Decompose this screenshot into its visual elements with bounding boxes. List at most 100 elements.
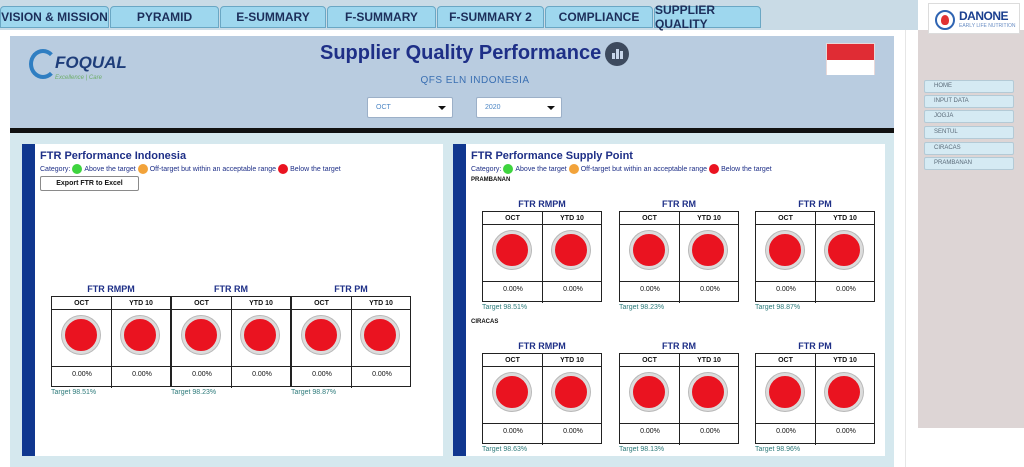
ytd-header: YTD 10 [816,212,874,225]
tab-vision-mission[interactable]: VISION & MISSION [0,6,109,28]
ytd-header: YTD 10 [680,354,738,367]
target-label: Target 98.23% [619,304,665,311]
gauge-title-ftr-pm: FTR PM [798,341,832,351]
value-divider [483,423,601,424]
value-divider [292,366,410,367]
period-header: OCT [483,212,542,225]
target-label: Target 98.63% [482,446,528,453]
value-divider [756,281,874,282]
tab-supplier-quality[interactable]: SUPPLIER QUALITY [654,3,761,31]
tab-pyramid[interactable]: PYRAMID [110,6,219,28]
period-value: 0.00% [640,286,660,293]
ytd-value: 0.00% [252,371,272,378]
period-value: 0.00% [503,428,523,435]
period-value: 0.00% [776,286,796,293]
status-red-icon [361,316,399,354]
ytd-value: 0.00% [563,286,583,293]
legend-off: Off-target but within an acceptable rang… [149,165,277,173]
gauge-ftr-rm: OCT YTD 10 0.00% 0.00% [619,353,739,445]
period-header: OCT [52,297,111,310]
year-select-value: 2020 [485,104,501,111]
status-red-icon [630,231,668,269]
period-value: 0.00% [72,371,92,378]
value-divider [172,366,290,367]
gauge-ftr-rm: OCT YTD 10 0.00% 0.00% [619,211,739,303]
tab-f-summary[interactable]: F-SUMMARY [327,6,436,28]
status-red-icon [825,231,863,269]
period-value: 0.00% [640,428,660,435]
target-label: Target 98.87% [291,389,337,396]
export-ftr-button[interactable]: Export FTR to Excel [40,176,139,191]
sidebar-item-home[interactable]: HOME [924,80,1014,93]
scroll-gutter [905,30,918,467]
value-divider [620,281,738,282]
foqual-swoosh-icon [29,49,57,79]
gauge-title-ftr-pm: FTR PM [798,199,832,209]
orange-dot-icon [137,164,148,174]
ytd-value: 0.00% [372,371,392,378]
sidebar-item-input-data[interactable]: INPUT DATA [924,95,1014,108]
panel-accent-stripe [22,144,35,456]
gauge-title-ftr-rmpm: FTR RMPM [87,284,135,294]
danone-logo: DANONE EARLY LIFE NUTRITION [928,3,1020,34]
page-subtitle: QFS ELN INDONESIA [420,75,530,86]
period-value: 0.00% [503,286,523,293]
legend-above: Above the target [84,165,136,173]
period-header: OCT [756,212,815,225]
target-label: Target 98.51% [51,389,97,396]
app-root: VISION & MISSION PYRAMID E-SUMMARY F-SUM… [0,0,1024,467]
indonesia-panel-title: FTR Performance Indonesia [40,150,187,162]
tab-compliance[interactable]: COMPLIANCE [545,6,653,28]
legend-label: Category: [471,165,502,173]
ytd-header: YTD 10 [680,212,738,225]
gauge-title-ftr-pm: FTR PM [334,284,368,294]
period-header: OCT [483,354,542,367]
status-red-icon [825,373,863,411]
gauge-ftr-rmpm: OCT YTD 10 0.00% 0.00% [51,296,171,388]
foqual-logo-text: FOQUAL [55,53,127,72]
gauge-ftr-pm: OCT YTD 10 0.00% 0.00% [755,211,875,303]
status-red-icon [241,316,279,354]
chevron-down-icon [547,106,555,110]
sidebar-item-jogja[interactable]: JOGJA [924,110,1014,123]
gauge-ftr-pm: OCT YTD 10 0.00% 0.00% [755,353,875,445]
panel-accent-stripe [453,144,466,456]
period-value: 0.00% [312,371,332,378]
sidebar-item-sentul[interactable]: SENTUL [924,126,1014,139]
gauge-ftr-rm: OCT YTD 10 0.00% 0.00% [171,296,291,388]
value-divider [52,366,170,367]
ytd-value: 0.00% [700,286,720,293]
tab-f-summary-2[interactable]: F-SUMMARY 2 [437,6,544,28]
gauge-ftr-pm: OCT YTD 10 0.00% 0.00% [291,296,411,388]
sidebar-item-prambanan[interactable]: PRAMBANAN [924,157,1014,170]
target-label: Target 98.87% [755,304,801,311]
gauge-title-ftr-rm: FTR RM [662,341,696,351]
chevron-down-icon [438,106,446,110]
ytd-value: 0.00% [836,428,856,435]
indonesia-legend: Category: Above the target Off-target bu… [40,164,341,174]
year-select[interactable]: 2020 [476,97,562,118]
danone-emblem-icon [935,10,955,30]
value-divider [620,423,738,424]
period-header: OCT [620,354,679,367]
tab-e-summary[interactable]: E-SUMMARY [220,6,326,28]
orange-dot-icon [568,164,579,174]
supply-legend: Category: Above the target Off-target bu… [471,164,772,174]
legend-off: Off-target but within an acceptable rang… [580,165,708,173]
value-divider [483,281,601,282]
month-select[interactable]: OCT [367,97,453,118]
value-divider [756,423,874,424]
gauge-title-ftr-rmpm: FTR RMPM [518,199,566,209]
supply-panel-title: FTR Performance Supply Point [471,150,633,162]
sidebar-item-ciracas[interactable]: CIRACAS [924,142,1014,155]
ytd-header: YTD 10 [352,297,410,310]
red-dot-icon [278,164,289,174]
indonesia-flag-icon [826,43,875,75]
period-header: OCT [292,297,351,310]
ytd-header: YTD 10 [543,212,601,225]
green-dot-icon [72,164,83,174]
target-label: Target 98.23% [171,389,217,396]
status-red-icon [689,373,727,411]
status-red-icon [493,373,531,411]
gauge-title-ftr-rmpm: FTR RMPM [518,341,566,351]
